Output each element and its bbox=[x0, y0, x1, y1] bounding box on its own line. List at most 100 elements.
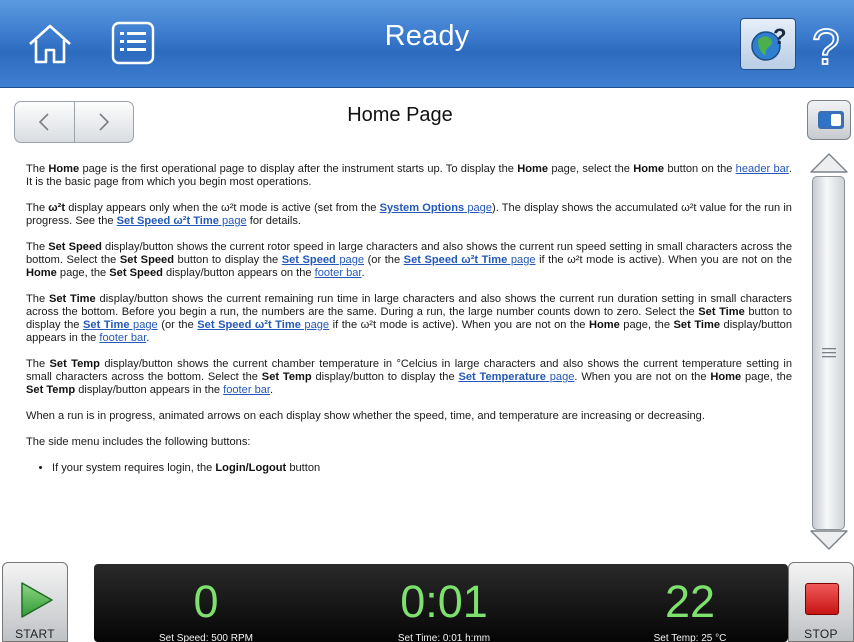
scrollbar-thumb[interactable] bbox=[812, 176, 845, 530]
inline-link[interactable]: Set Speed ω²t Time bbox=[197, 319, 301, 331]
article-paragraph: The ω²t display appears only when the ω²… bbox=[26, 202, 792, 228]
set-speed-display[interactable]: 0 Set Speed: 500 RPM bbox=[106, 564, 306, 642]
text-run: The bbox=[26, 293, 49, 305]
text-run: The side menu includes the following but… bbox=[26, 436, 251, 448]
set-time-display[interactable]: 0:01 Set Time: 0:01 h:mm bbox=[344, 564, 544, 642]
inline-link[interactable]: page bbox=[219, 215, 247, 227]
text-run: for details. bbox=[246, 215, 301, 227]
inline-link[interactable]: Set Speed bbox=[282, 254, 336, 266]
inline-link[interactable]: Set Temperature bbox=[458, 371, 545, 383]
bold-term: Home bbox=[710, 371, 742, 383]
bold-term: Set Speed bbox=[109, 267, 163, 279]
question-mark-icon: ? bbox=[811, 18, 841, 76]
start-button[interactable]: START bbox=[2, 562, 68, 642]
bold-term: Home bbox=[48, 163, 80, 175]
bold-term: Set Time bbox=[673, 319, 721, 331]
inline-link[interactable]: page bbox=[130, 319, 158, 331]
stop-button[interactable]: STOP bbox=[788, 562, 854, 642]
start-label: START bbox=[15, 627, 55, 641]
stop-icon bbox=[805, 583, 839, 615]
bold-term: ω²t bbox=[48, 202, 66, 214]
text-run: (or the bbox=[364, 254, 404, 266]
bold-term: Home bbox=[588, 319, 620, 331]
article-paragraph: The Home page is the first operational p… bbox=[26, 163, 792, 189]
bold-term: Set Time bbox=[698, 306, 745, 318]
svg-text:?: ? bbox=[812, 19, 840, 72]
article-paragraph: The Set Time display/button shows the cu… bbox=[26, 293, 792, 345]
inline-link[interactable]: footer bar bbox=[223, 384, 270, 396]
current-speed-value: 0 bbox=[193, 576, 219, 627]
play-icon bbox=[21, 582, 53, 618]
set-speed-label: Set Speed: 500 RPM bbox=[159, 633, 253, 642]
text-run: page, select the bbox=[548, 163, 634, 175]
text-run: page, the bbox=[619, 319, 674, 331]
text-run: display/button to display the bbox=[311, 371, 459, 383]
set-time-label: Set Time: 0:01 h:mm bbox=[397, 633, 491, 642]
text-run: The bbox=[26, 202, 49, 214]
inline-link[interactable]: footer bar bbox=[99, 332, 146, 344]
grip-icon bbox=[821, 348, 836, 358]
scroll-down-button[interactable] bbox=[807, 527, 851, 553]
article-paragraph: The Set Speed display/button shows the c… bbox=[26, 241, 792, 280]
text-run: display/button appears on the bbox=[162, 267, 315, 279]
bold-term: Set Time bbox=[48, 293, 96, 305]
text-run: button to display the bbox=[173, 254, 282, 266]
page-title: Home Page bbox=[347, 104, 453, 126]
text-run: display appears only when the ω²t mode i… bbox=[65, 202, 380, 214]
inline-link[interactable]: footer bar bbox=[315, 267, 362, 279]
bold-term: Set Temp bbox=[26, 384, 76, 396]
current-temp-value: 22 bbox=[664, 576, 716, 627]
help-article: The Home page is the first operational p… bbox=[26, 163, 792, 561]
help-button[interactable]: ? bbox=[808, 18, 848, 76]
inline-link[interactable]: Set Speed ω²t Time bbox=[404, 254, 508, 266]
text-run: display/button appears in the bbox=[75, 384, 224, 396]
bold-term: Set Temp bbox=[261, 371, 312, 383]
bold-term: Home bbox=[517, 163, 549, 175]
article-paragraph: When a run is in progress, animated arro… bbox=[26, 410, 792, 423]
bold-term: Home bbox=[633, 163, 665, 175]
inline-link[interactable]: page bbox=[301, 319, 329, 331]
text-run: page is the first operational page to di… bbox=[79, 163, 518, 175]
svg-text:?: ? bbox=[773, 24, 786, 49]
inline-link[interactable]: page bbox=[464, 202, 492, 214]
inline-link[interactable]: Set Time bbox=[83, 319, 129, 331]
text-run: . bbox=[146, 332, 150, 344]
bold-term: Set Temp bbox=[49, 358, 100, 370]
text-run: page, the bbox=[56, 267, 110, 279]
text-run: . bbox=[361, 267, 365, 279]
inline-link[interactable]: page bbox=[507, 254, 536, 266]
text-run: . When you are not on the bbox=[574, 371, 711, 383]
scroll-up-button[interactable] bbox=[807, 150, 851, 176]
set-temp-display[interactable]: 22 Set Temp: 25 °C bbox=[590, 564, 790, 642]
text-run: page, the bbox=[741, 371, 792, 383]
text-run: button on the bbox=[664, 163, 736, 175]
bold-term: Set Speed bbox=[48, 241, 102, 253]
footer-bar: 0 Set Speed: 500 RPM 0:01 Set Time: 0:01… bbox=[94, 564, 788, 642]
stop-label: STOP bbox=[804, 627, 838, 641]
text-run: if the ω²t mode is active). When you are… bbox=[329, 319, 589, 331]
text-run: (or the bbox=[157, 319, 198, 331]
side-menu-list: If your system requires login, the Login… bbox=[52, 462, 792, 475]
set-temp-label: Set Temp: 25 °C bbox=[653, 633, 727, 642]
inline-link[interactable]: System Options bbox=[380, 202, 465, 214]
inline-link[interactable]: header bar bbox=[736, 163, 789, 175]
text-run: When a run is in progress, animated arro… bbox=[26, 410, 705, 422]
globe-help-icon: ? bbox=[751, 24, 786, 61]
bold-term: Home bbox=[26, 267, 57, 279]
status-title: Ready bbox=[384, 20, 470, 52]
inline-link[interactable]: Set Speed ω²t Time bbox=[117, 215, 219, 227]
inline-link[interactable]: page bbox=[546, 371, 575, 383]
text-run: If your system requires login, the bbox=[52, 462, 216, 474]
language-help-button[interactable]: ? bbox=[740, 18, 796, 70]
window-toggle-icon bbox=[818, 111, 844, 129]
list-item: If your system requires login, the Login… bbox=[52, 462, 792, 475]
article-paragraphs: The Home page is the first operational p… bbox=[26, 163, 792, 449]
text-run: The bbox=[26, 163, 49, 175]
bold-term: Login/Logout bbox=[215, 462, 287, 474]
window-toggle-button[interactable] bbox=[807, 100, 851, 140]
text-run: The bbox=[26, 241, 49, 253]
bold-term: Set Speed bbox=[119, 254, 174, 266]
article-paragraph: The Set Temp display/button shows the cu… bbox=[26, 358, 792, 397]
inline-link[interactable]: page bbox=[336, 254, 364, 266]
text-run: . bbox=[270, 384, 274, 396]
